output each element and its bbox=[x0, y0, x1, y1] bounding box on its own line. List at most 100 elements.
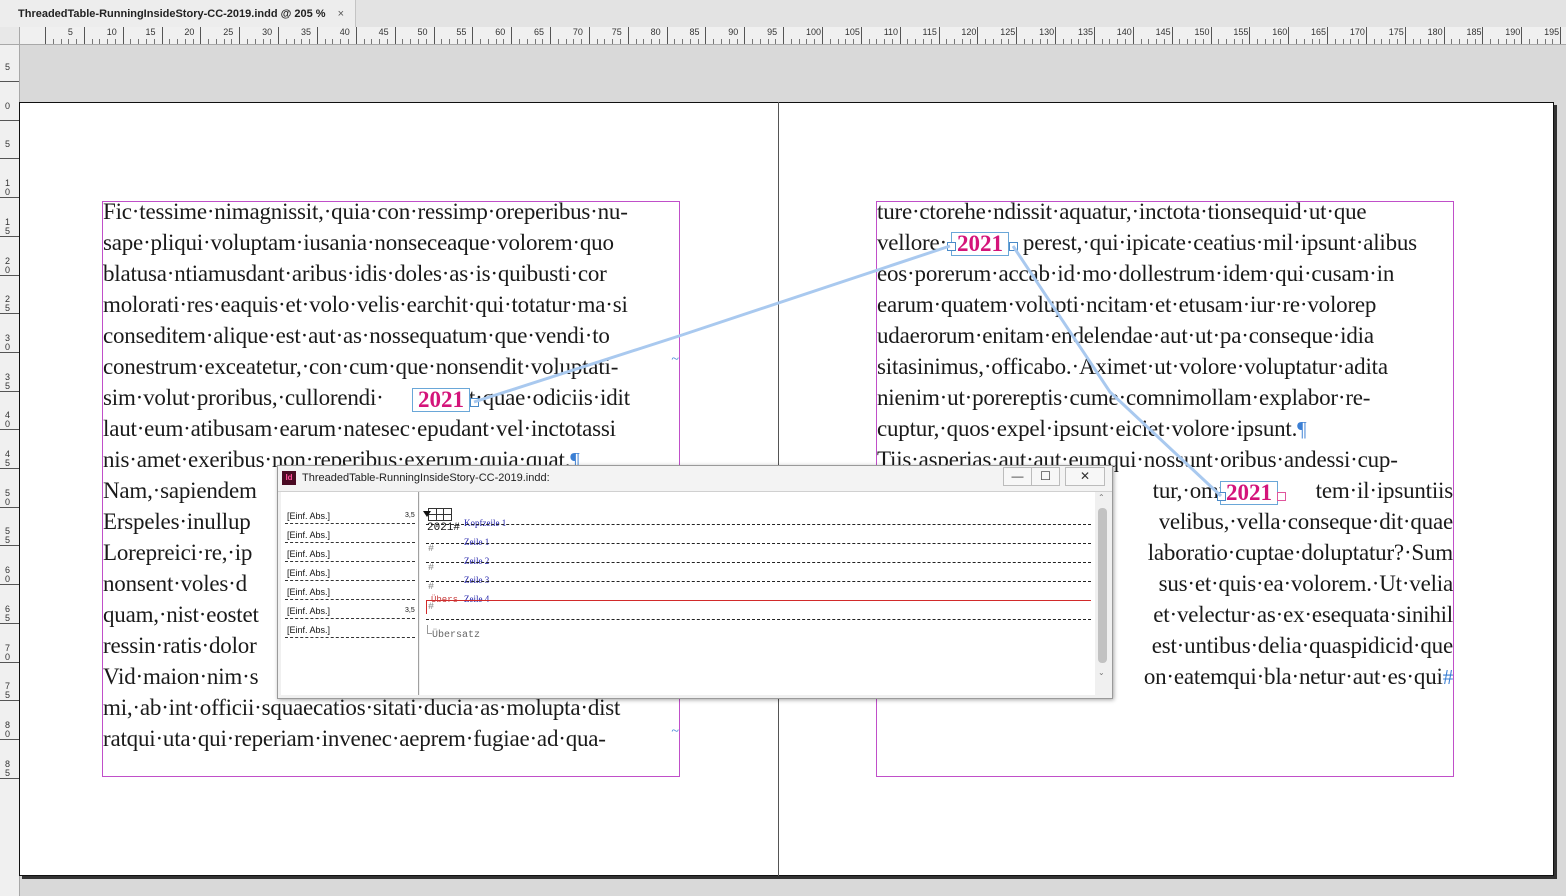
text-line[interactable]: udaerorum·enitam·endelendae·aut·ut·pa·co… bbox=[877, 320, 1453, 351]
ruler-label: 145 bbox=[1155, 27, 1171, 37]
line-text: quam,·nist·eostet bbox=[103, 602, 259, 627]
ruler-minor-tick bbox=[138, 39, 140, 44]
ruler-label: 30 bbox=[262, 27, 273, 37]
text-line[interactable]: et·velectur·as·ex·esequata·sinihil bbox=[1153, 599, 1453, 630]
text-line[interactable]: est·untibus·delia·quaspidicid·que bbox=[1152, 630, 1453, 661]
anchored-table-2021[interactable]: 2021 bbox=[951, 232, 1009, 256]
document-tab[interactable]: ThreadedTable-RunningInsideStory-CC-2019… bbox=[0, 0, 356, 27]
ruler-label: 195 bbox=[1544, 27, 1560, 37]
ruler-minor-tick bbox=[1295, 39, 1297, 44]
ruler-minor-tick bbox=[1272, 39, 1274, 44]
ruler-minor-tick bbox=[891, 39, 893, 44]
text-line[interactable]: ture·ctorehe·ndissit·aquatur,·inctota·ti… bbox=[877, 196, 1453, 227]
text-line[interactable]: ratqui·uta·qui·reperiam·invenec·aeprem·f… bbox=[103, 723, 679, 754]
text-line[interactable]: earum·quatem·volupti·ncitam·et·etusam·iu… bbox=[877, 289, 1453, 320]
ruler-label: 165 bbox=[1311, 27, 1327, 37]
ruler-tick bbox=[0, 81, 19, 82]
overset-label: Übersatz bbox=[432, 630, 481, 641]
text-line[interactable]: velibus,·vella·conseque·dit·quae bbox=[1159, 506, 1453, 537]
ruler-tick bbox=[0, 197, 19, 199]
style-depth-value: 3,5 bbox=[405, 512, 415, 519]
text-line[interactable]: laboratio·cuptae·doluptatur?·Sum bbox=[1148, 537, 1453, 568]
ruler-minor-tick bbox=[1233, 39, 1235, 44]
text-line[interactable]: laut·eum·atibusam·earum·natesec·epudant·… bbox=[103, 413, 679, 444]
text-line[interactable]: molorati·res·eaquis·et·volo·velis·earchi… bbox=[103, 289, 679, 320]
table-row-divider bbox=[427, 600, 1091, 601]
text-line[interactable]: blatusa·ntiamusdant·aribus·idis·doles·as… bbox=[103, 258, 679, 289]
story-editor-titlebar[interactable]: Id ThreadedTable-RunningInsideStory-CC-2… bbox=[278, 466, 1112, 492]
text-line[interactable]: sape·pliqui·voluptam·iusania·nonseceaque… bbox=[103, 227, 679, 258]
story-scrollbar[interactable]: ⌃ ⌄ bbox=[1096, 492, 1109, 695]
anchored-table-2021[interactable]: 2021 bbox=[1220, 481, 1278, 505]
ruler-minor-tick bbox=[604, 39, 606, 44]
scroll-up-icon[interactable]: ⌃ bbox=[1098, 493, 1105, 502]
ruler-minor-tick bbox=[1241, 39, 1243, 44]
ruler-label: 75 bbox=[5, 681, 11, 701]
ruler-minor-tick bbox=[1101, 39, 1103, 44]
vertical-ruler[interactable]: 5 0 5 10 15 20 25 30 35 40 45 50 55 60 65 70 75 80 85 bbox=[0, 45, 20, 896]
line-text: sitasinimus,·officabo.·Aximet·ut·volore·… bbox=[877, 354, 1388, 379]
triangle-down-icon[interactable] bbox=[423, 511, 431, 517]
text-line[interactable]: nienim·ut·porereptis·cume·comnimollam·ex… bbox=[877, 382, 1453, 413]
text-line[interactable]: conestrum·exceatetur,·con·cum·que·nonsen… bbox=[103, 351, 679, 382]
minimize-button[interactable]: — bbox=[1003, 467, 1032, 486]
story-text-column[interactable]: Kopfzeile 1 Zeile 1 Zeile 2 Zeile 3 Zeile 4 2… bbox=[420, 492, 1095, 695]
in-port-icon[interactable] bbox=[947, 242, 956, 251]
ruler-minor-tick bbox=[868, 39, 870, 44]
text-line[interactable]: sus·et·quis·ea·volorem.·Ut·velia bbox=[1159, 568, 1453, 599]
ruler-minor-tick bbox=[1552, 39, 1554, 44]
ruler-tick bbox=[161, 27, 163, 44]
text-line[interactable]: Fic·tessime·nimagnissit,·quia·con·ressim… bbox=[103, 196, 679, 227]
overset-port-icon[interactable] bbox=[1277, 492, 1286, 501]
ruler-tick bbox=[1560, 27, 1562, 44]
in-port-icon[interactable] bbox=[1217, 492, 1226, 501]
ruler-tick bbox=[899, 27, 901, 44]
ruler-tick bbox=[0, 235, 19, 237]
scroll-down-icon[interactable]: ⌄ bbox=[1098, 668, 1105, 677]
close-tab-icon[interactable]: × bbox=[338, 8, 344, 20]
ruler-minor-tick bbox=[76, 39, 78, 44]
end-of-story-icon: # bbox=[1442, 665, 1453, 689]
text-line[interactable]: sim·volut·proribus,·cullorendi· aut·quae·… bbox=[103, 382, 679, 413]
paragraph-style-column: [Einf. Abs.] 3,5 [Einf. Abs.] [Einf. Abs.] [… bbox=[281, 492, 419, 695]
scroll-thumb[interactable] bbox=[1098, 508, 1107, 663]
story-editor-window[interactable]: Id ThreadedTable-RunningInsideStory-CC-2… bbox=[277, 465, 1113, 699]
ruler-label: 15 bbox=[145, 27, 156, 37]
ruler-minor-tick bbox=[720, 39, 722, 44]
ruler-tick bbox=[239, 27, 241, 44]
ruler-minor-tick bbox=[503, 39, 505, 44]
ruler-minor-tick bbox=[99, 39, 101, 44]
ruler-minor-tick bbox=[526, 39, 528, 44]
line-text: nienim·ut·porereptis·cume·comnimollam·ex… bbox=[877, 385, 1371, 410]
ruler-tick bbox=[0, 429, 19, 431]
ruler-minor-tick bbox=[907, 39, 909, 44]
ruler-minor-tick bbox=[52, 39, 54, 44]
cell-end-marker: # bbox=[428, 544, 435, 555]
maximize-button[interactable]: ☐ bbox=[1031, 467, 1060, 486]
text-line[interactable]: conseditem·alique·est·aut·as·nossequatum… bbox=[103, 320, 679, 351]
text-line[interactable]: cuptur,·quos·expel·ipsunt·eiciet·volore·… bbox=[877, 413, 1453, 444]
out-port-icon[interactable] bbox=[470, 398, 479, 407]
ruler-tick bbox=[1404, 27, 1406, 44]
out-port-icon[interactable] bbox=[1009, 242, 1018, 251]
ruler-minor-tick bbox=[480, 39, 482, 44]
text-line[interactable]: tur,·omni· tem·il·ipsuntiis bbox=[1153, 475, 1453, 506]
ruler-minor-tick bbox=[1474, 39, 1476, 44]
close-button[interactable]: ✕ bbox=[1065, 467, 1105, 486]
text-line[interactable]: sitasinimus,·officabo.·Aximet·ut·volore·… bbox=[877, 351, 1453, 382]
ruler-label: 50 bbox=[417, 27, 428, 37]
table-icon[interactable] bbox=[428, 508, 452, 521]
ruler-tick bbox=[1288, 27, 1290, 44]
text-line[interactable]: on·eatemqui·bla·netur·aut·es·qui# bbox=[1144, 661, 1453, 692]
ruler-minor-tick bbox=[542, 39, 544, 44]
horizontal-ruler[interactable]: 5 10 15 20 25 30 35 40 45 50 55 60 65 70 75 80 85 90 95 100… bbox=[20, 27, 1566, 45]
line-text: est·untibus·delia·quaspidicid·que bbox=[1151, 633, 1453, 658]
ruler-label: 95 bbox=[767, 27, 778, 37]
anchored-table-2021[interactable]: 2021 bbox=[412, 388, 470, 412]
ruler-minor-tick bbox=[954, 39, 956, 44]
ruler-origin-corner[interactable] bbox=[0, 27, 20, 45]
table-cell-value[interactable]: 2021# bbox=[427, 522, 460, 534]
ruler-tick bbox=[0, 390, 19, 392]
text-line[interactable]: eos·porerum·accab·id·mo·dollestrum·idem·… bbox=[877, 258, 1453, 289]
tilde-icon: ~ bbox=[671, 724, 679, 739]
